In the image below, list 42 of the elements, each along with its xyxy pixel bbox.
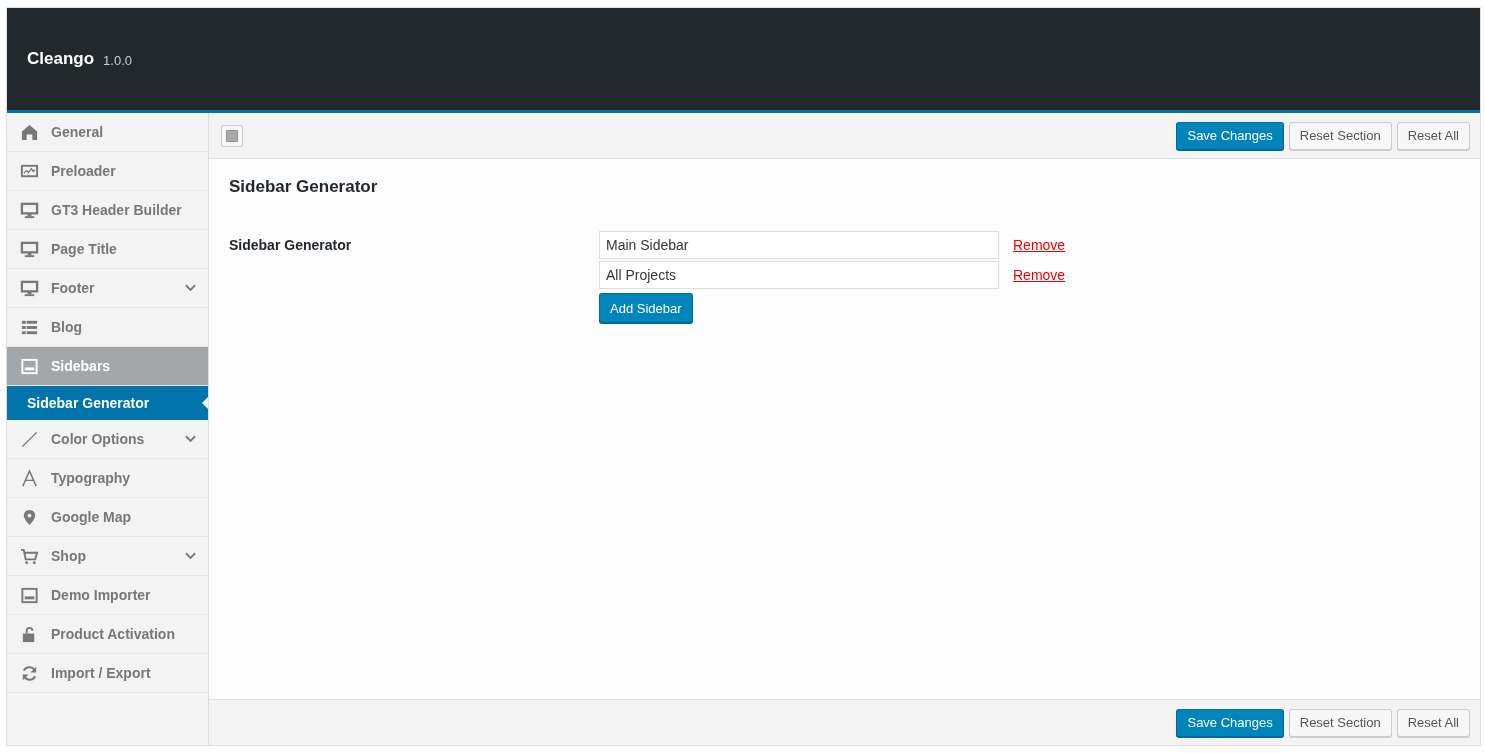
sidebar-item[interactable]: Sidebars bbox=[7, 347, 208, 386]
save-button[interactable]: Save Changes bbox=[1176, 708, 1284, 737]
layout-icon bbox=[20, 356, 39, 376]
sidebar-item[interactable]: Page Title bbox=[7, 230, 208, 269]
section-title: Sidebar Generator bbox=[229, 177, 379, 197]
monitor-icon bbox=[20, 200, 39, 220]
sidebar-item[interactable]: Product Activation bbox=[7, 615, 208, 654]
layout-toggle-icon[interactable] bbox=[221, 124, 243, 147]
chevron-down-icon bbox=[185, 284, 196, 292]
sidebar-item[interactable]: GT3 Header Builder bbox=[7, 191, 208, 230]
version-label: 1.0.0 bbox=[103, 53, 132, 68]
sidebar-item[interactable]: Footer bbox=[7, 269, 208, 308]
remove-link[interactable]: Remove bbox=[1013, 267, 1066, 283]
home-icon bbox=[20, 122, 39, 142]
reset-button[interactable]: Reset Section bbox=[1288, 121, 1392, 150]
refresh-icon bbox=[20, 663, 39, 683]
sidebar-item[interactable]: Preloader bbox=[7, 152, 208, 191]
add-button[interactable]: Add Sidebar bbox=[599, 293, 693, 323]
sidebar-item[interactable]: General bbox=[7, 113, 208, 152]
reset-button[interactable]: Reset All bbox=[1396, 121, 1470, 150]
cart-icon bbox=[20, 546, 39, 566]
sidebar-item[interactable]: Google Map bbox=[7, 498, 208, 537]
sidebar-item[interactable]: Shop bbox=[7, 537, 208, 576]
sidebar-item[interactable]: Color Options bbox=[7, 420, 208, 459]
letter-a-icon bbox=[20, 468, 39, 488]
reset-button[interactable]: Reset Section bbox=[1288, 708, 1392, 737]
chevron-down-icon bbox=[185, 435, 196, 443]
monitor-icon bbox=[20, 278, 39, 298]
sidebar-subitem[interactable]: Sidebar Generator bbox=[7, 386, 208, 420]
layout-icon bbox=[20, 585, 39, 605]
monitor-icon bbox=[20, 239, 39, 259]
app-title: Cleango bbox=[27, 49, 95, 69]
remove-link[interactable]: Remove bbox=[1013, 237, 1066, 253]
sidebar-item[interactable]: Import / Export bbox=[7, 654, 208, 693]
field-label: Sidebar Generator bbox=[229, 237, 353, 255]
save-button[interactable]: Save Changes bbox=[1176, 121, 1284, 150]
sidebar-item[interactable]: Demo Importer bbox=[7, 576, 208, 615]
chevron-down-icon bbox=[185, 552, 196, 560]
input-field[interactable]: Main Sidebar bbox=[599, 231, 999, 259]
input-field[interactable]: All Projects bbox=[599, 261, 999, 289]
reset-button[interactable]: Reset All bbox=[1396, 708, 1470, 737]
sidebar-item[interactable]: Typography bbox=[7, 459, 208, 498]
